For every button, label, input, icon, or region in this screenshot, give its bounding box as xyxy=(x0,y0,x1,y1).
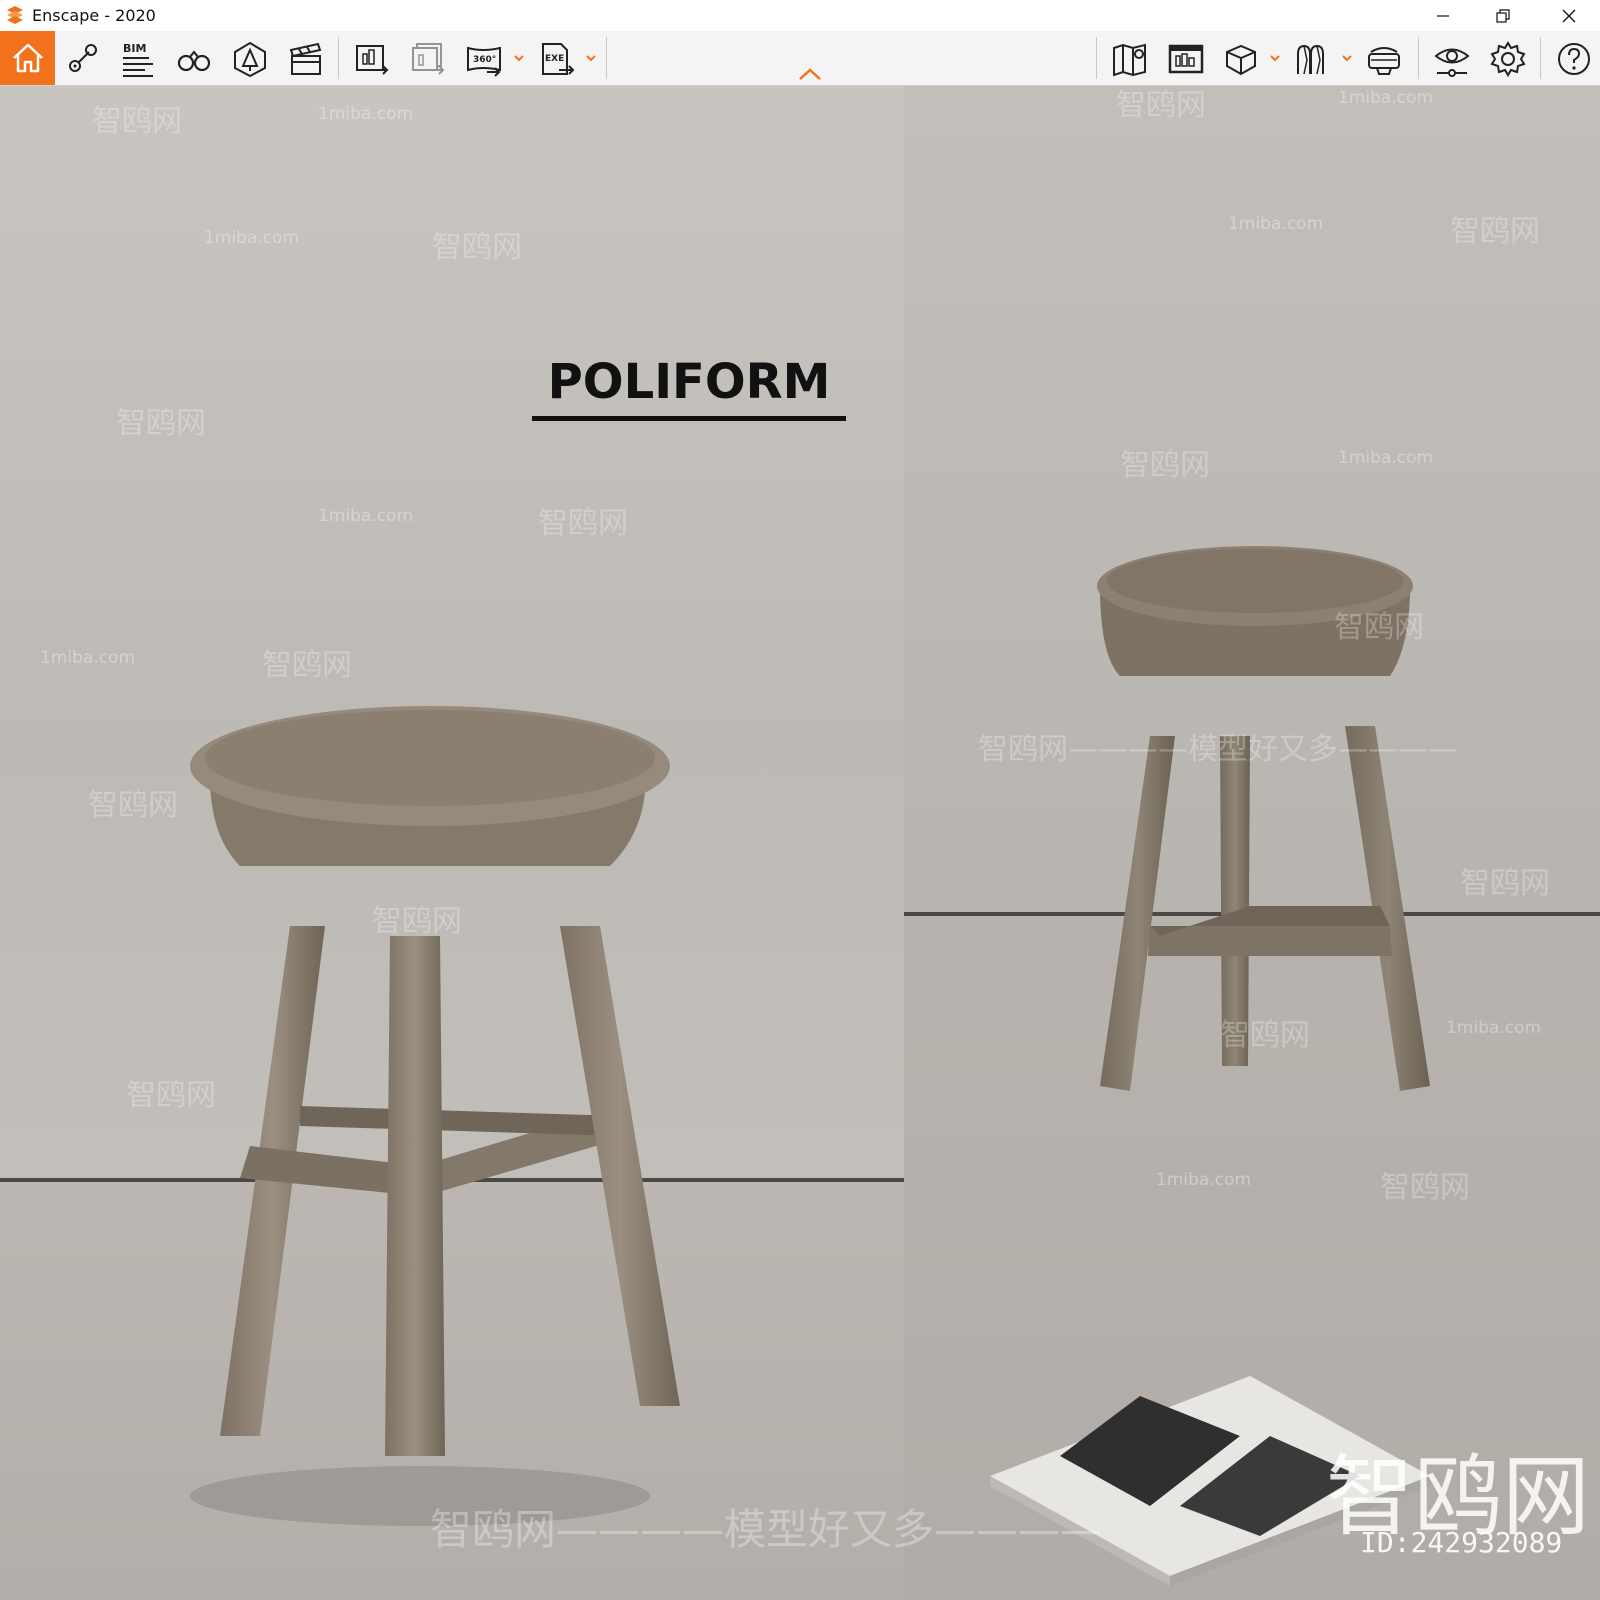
watermark-cn: 智鸥网 xyxy=(1116,88,1206,123)
collapse-toolbar-chevron-up-icon[interactable] xyxy=(798,67,822,81)
asset-library-icon xyxy=(234,41,266,78)
close-icon xyxy=(1562,9,1576,22)
enscape-logo-icon xyxy=(7,6,23,24)
map-button[interactable] xyxy=(1108,37,1152,81)
watermark-cn: 智鸥网 xyxy=(538,506,628,541)
watermark-cn: 智鸥网 xyxy=(1450,214,1540,249)
watermark-cn: 智鸥网 xyxy=(262,648,352,683)
help-icon xyxy=(1558,43,1590,75)
render-image-icon xyxy=(356,45,389,75)
watermark-cn: 智鸥网 xyxy=(126,1078,216,1113)
cube-icon xyxy=(1226,44,1256,76)
vr-headset-icon xyxy=(1368,47,1400,75)
home-icon xyxy=(12,43,43,73)
cube-button[interactable] xyxy=(1218,37,1262,81)
exe-label: EXE xyxy=(545,54,564,64)
export-exe-icon: EXE xyxy=(542,43,575,75)
chevron-down-icon[interactable] xyxy=(1268,51,1282,65)
watermark-site: 1miba.com xyxy=(1338,88,1434,108)
render-image-button[interactable] xyxy=(350,37,394,81)
panorama-button[interactable]: 360° xyxy=(462,37,506,81)
close-button[interactable] xyxy=(1546,0,1592,31)
watermark-cn: 智鸥网 xyxy=(1120,448,1210,483)
watermark-cn: 智鸥网 xyxy=(88,788,178,823)
watermark-site: 1miba.com xyxy=(318,104,414,124)
chevron-down-icon[interactable] xyxy=(584,51,598,65)
views-icon xyxy=(69,44,97,72)
watermark-site: 1miba.com xyxy=(318,506,414,526)
batch-render-button[interactable] xyxy=(406,37,450,81)
watermark-id: ID:242932089 xyxy=(1360,1526,1563,1559)
batch-render-icon xyxy=(412,43,445,75)
settings-gear-icon xyxy=(1490,41,1526,77)
panorama-label: 360° xyxy=(473,55,496,65)
help-button[interactable] xyxy=(1552,37,1596,81)
toolbar-separator xyxy=(1096,37,1097,79)
binoculars-icon xyxy=(177,50,211,72)
watermark-site: 1miba.com xyxy=(1338,448,1434,468)
home-button[interactable] xyxy=(0,31,55,85)
bim-button[interactable]: BIM xyxy=(116,37,160,81)
watermark-cn: 智鸥网 xyxy=(1380,1170,1470,1205)
watermark-site: 1miba.com xyxy=(1228,214,1324,234)
watermark-cn: 智鸥网 xyxy=(92,104,182,139)
views-button[interactable] xyxy=(60,37,104,81)
toolbar-separator xyxy=(606,37,607,79)
stool-large-illustration xyxy=(190,706,680,1526)
asset-library-button[interactable] xyxy=(228,37,272,81)
watermark-site: 1miba.com xyxy=(1156,1170,1252,1190)
minimize-icon xyxy=(1437,14,1449,17)
window-title: Enscape - 2020 xyxy=(32,6,156,25)
video-editor-button[interactable] xyxy=(284,37,328,81)
watermark-slogan: 智鸥网————模型好又多———— xyxy=(978,732,1458,767)
watermark-site: 1miba.com xyxy=(204,228,300,248)
render-viewport[interactable]: POLIFORM 1miba.com 智鸥网 1miba.com 智鸥网 智鸥网… xyxy=(0,86,1600,1600)
screenshot-button[interactable] xyxy=(1164,37,1208,81)
multiuser-icon xyxy=(1297,44,1324,75)
toolbar-separator xyxy=(1418,37,1419,79)
watermark-cn: 智鸥网 xyxy=(432,230,522,265)
watermark-cn: 智鸥网 xyxy=(1334,610,1424,645)
video-editor-icon xyxy=(289,42,322,75)
restore-button[interactable] xyxy=(1480,0,1526,31)
vr-headset-button[interactable] xyxy=(1362,37,1406,81)
chevron-down-icon[interactable] xyxy=(512,51,526,65)
toolbar-separator xyxy=(1540,37,1541,79)
settings-gear-button[interactable] xyxy=(1486,37,1530,81)
panorama-icon: 360° xyxy=(467,46,501,77)
watermark-cn: 智鸥网 xyxy=(116,406,206,441)
restore-icon xyxy=(1496,8,1510,23)
visual-settings-icon xyxy=(1434,48,1470,77)
toolbar-separator xyxy=(338,37,339,79)
multiuser-button[interactable] xyxy=(1290,37,1334,81)
watermark-cn: 智鸥网 xyxy=(372,904,462,939)
watermark-cn: 智鸥网 xyxy=(1220,1018,1310,1053)
brand-title: POLIFORM xyxy=(547,354,831,410)
brand-underline xyxy=(532,416,846,421)
bim-label: BIM xyxy=(123,42,146,55)
watermark-site: 1miba.com xyxy=(40,648,136,668)
visual-settings-button[interactable] xyxy=(1430,37,1474,81)
watermark-cn: 智鸥网 xyxy=(1460,866,1550,901)
bim-icon: BIM xyxy=(123,42,153,77)
minimize-button[interactable] xyxy=(1420,0,1466,31)
map-icon xyxy=(1113,43,1146,77)
export-exe-button[interactable]: EXE xyxy=(534,37,578,81)
watermark-slogan-bottom: 智鸥网————模型好又多———— xyxy=(430,1505,1103,1554)
enscape-toolbar: BIM 360° EXE xyxy=(0,31,1600,86)
screenshot-icon xyxy=(1168,44,1204,74)
binoculars-button[interactable] xyxy=(172,37,216,81)
title-bar: Enscape - 2020 xyxy=(0,0,1600,31)
chevron-down-icon[interactable] xyxy=(1340,51,1354,65)
watermark-site: 1miba.com xyxy=(1446,1018,1542,1038)
